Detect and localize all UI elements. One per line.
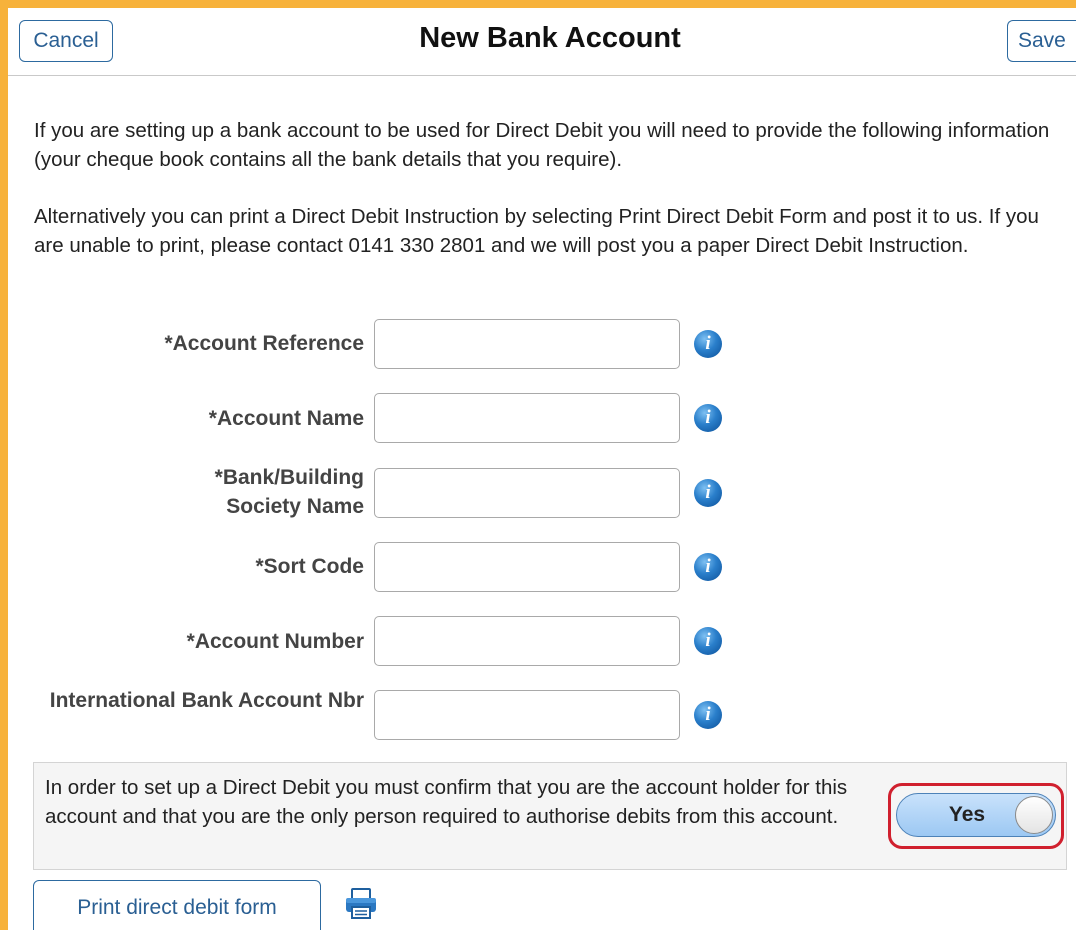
bank-account-panel: Cancel New Bank Account Save If you are … (8, 8, 1076, 930)
account-reference-input[interactable] (374, 319, 680, 369)
account-holder-toggle[interactable]: Yes (896, 793, 1056, 837)
account-holder-confirmation: In order to set up a Direct Debit you mu… (33, 762, 1067, 870)
account-reference-label: *Account Reference (164, 332, 364, 355)
intro-paragraph-1: If you are setting up a bank account to … (34, 119, 1050, 171)
info-icon[interactable]: i (694, 701, 722, 729)
sort-code-input[interactable] (374, 542, 680, 592)
intro-paragraph-2: Alternatively you can print a Direct Deb… (34, 205, 1039, 257)
sort-code-label: *Sort Code (255, 555, 364, 578)
save-button[interactable]: Save (1007, 20, 1076, 62)
account-number-input[interactable] (374, 616, 680, 666)
info-icon[interactable]: i (694, 404, 722, 432)
iban-input[interactable] (374, 690, 680, 740)
info-icon[interactable]: i (694, 479, 722, 507)
bank-society-name-input[interactable] (374, 468, 680, 518)
info-icon[interactable]: i (694, 553, 722, 581)
toggle-label: Yes (948, 803, 986, 826)
header-bar: Cancel New Bank Account Save (8, 8, 1076, 76)
account-name-input[interactable] (374, 393, 680, 443)
info-icon[interactable]: i (694, 330, 722, 358)
info-icon[interactable]: i (694, 627, 722, 655)
iban-label: International Bank Account Nbr (49, 689, 364, 712)
bank-society-name-label: *Bank/Building Society Name (214, 466, 364, 518)
print-direct-debit-button[interactable]: Print direct debit form (33, 880, 321, 930)
account-name-label: *Account Name (208, 407, 364, 430)
printer-icon[interactable] (344, 888, 378, 920)
page-title: New Bank Account (419, 22, 681, 54)
confirmation-text: In order to set up a Direct Debit you mu… (45, 776, 848, 828)
toggle-knob[interactable] (1015, 796, 1053, 834)
account-number-label: *Account Number (186, 630, 364, 653)
